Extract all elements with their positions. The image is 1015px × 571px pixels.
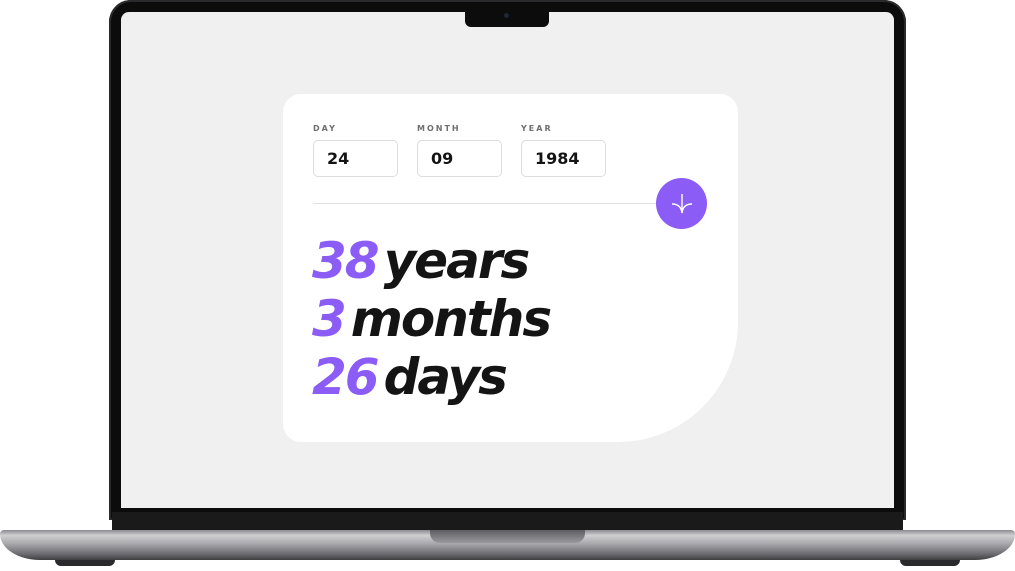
years-unit: years bbox=[383, 232, 531, 290]
year-field: YEAR 1984 bbox=[521, 124, 606, 177]
months-unit: months bbox=[350, 290, 552, 348]
month-label: MONTH bbox=[417, 124, 461, 133]
years-value: 38 bbox=[312, 232, 380, 290]
result-years: 38 years bbox=[312, 232, 550, 290]
year-input[interactable]: 1984 bbox=[521, 140, 606, 177]
laptop-mockup: DAY 24 MONTH 09 YEAR 1984 38 years 3 mon… bbox=[0, 0, 1015, 571]
laptop-bottom-bezel bbox=[112, 512, 903, 530]
laptop-foot-right bbox=[900, 560, 960, 566]
day-field: DAY 24 bbox=[313, 124, 398, 177]
laptop-screen: DAY 24 MONTH 09 YEAR 1984 38 years 3 mon… bbox=[121, 12, 894, 508]
months-value: 3 bbox=[312, 290, 347, 348]
laptop-opening-notch bbox=[430, 530, 585, 543]
year-label: YEAR bbox=[521, 124, 553, 133]
day-label: DAY bbox=[313, 124, 337, 133]
day-input[interactable]: 24 bbox=[313, 140, 398, 177]
divider bbox=[313, 203, 658, 204]
result-months: 3 months bbox=[312, 290, 552, 348]
days-value: 26 bbox=[312, 348, 380, 406]
month-field: MONTH 09 bbox=[417, 124, 502, 177]
submit-button[interactable] bbox=[656, 178, 707, 229]
days-unit: days bbox=[383, 348, 508, 406]
month-input[interactable]: 09 bbox=[417, 140, 502, 177]
result-days: 26 days bbox=[312, 348, 550, 406]
age-calculator-card: DAY 24 MONTH 09 YEAR 1984 38 years 3 mon… bbox=[283, 94, 738, 442]
camera-icon bbox=[504, 13, 509, 18]
age-results: 38 years 3 months 26 days bbox=[312, 232, 552, 406]
laptop-foot-left bbox=[55, 560, 115, 566]
arrow-down-icon bbox=[671, 193, 692, 213]
